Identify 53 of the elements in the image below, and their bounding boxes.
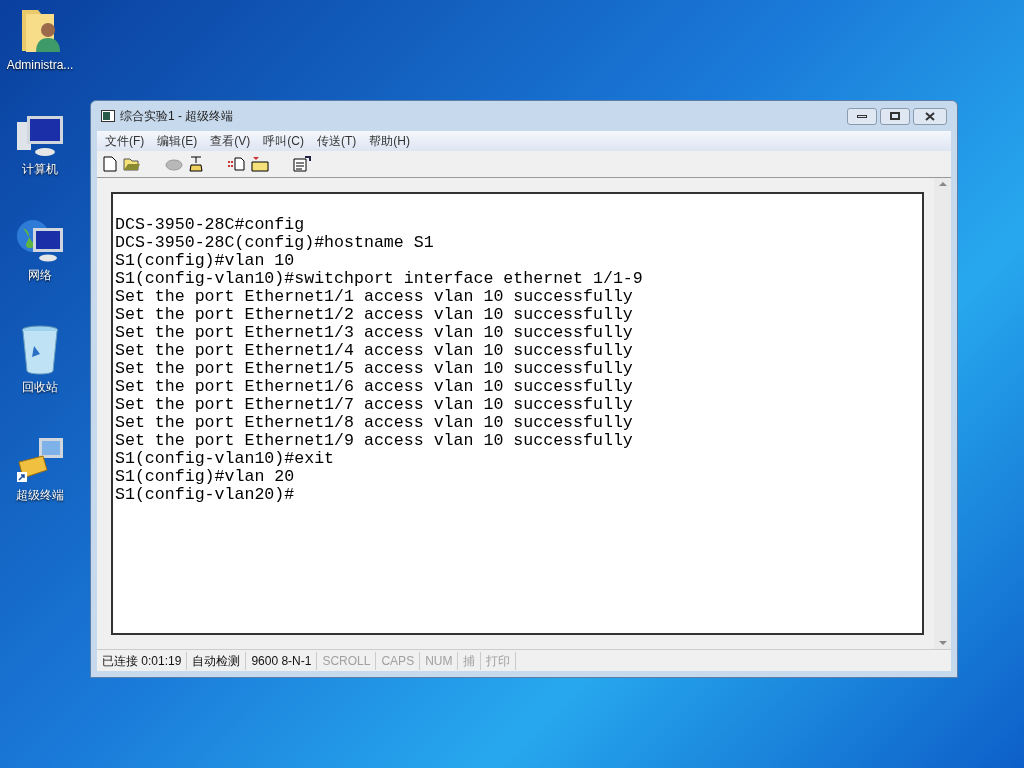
status-cell: 已连接 0:01:19 (97, 651, 188, 670)
desktop-icon-label[interactable]: Administra... (6, 56, 74, 74)
menu-item[interactable]: 编辑(E) (157, 132, 198, 150)
status-cell: 自动检测 (187, 651, 247, 670)
terminal-line: S1(config-vlan10)#exit (115, 450, 335, 468)
status-cell: 9600 8-N-1 (246, 651, 318, 670)
terminal-line: S1(config-vlan10)#switchport interface ethernet 1/1-9 (115, 270, 643, 288)
new-file-icon[interactable] (103, 156, 117, 172)
terminal-line: Set the port Ethernet1/6 access vlan 10 successfully (115, 378, 633, 396)
desktop-icon-label[interactable]: 超级终端 (16, 486, 64, 504)
terminal-line: Set the port Ethernet1/8 access vlan 10 successfully (115, 414, 633, 432)
status-cell: SCROLL (317, 651, 377, 670)
terminal-line: Set the port Ethernet1/3 access vlan 10 successfully (115, 324, 633, 342)
desktop-icon-label[interactable]: 网络 (28, 266, 52, 284)
app-icon (101, 110, 115, 122)
terminal-line: Set the port Ethernet1/5 access vlan 10 successfully (115, 360, 633, 378)
window-title: 综合实验1 - 超级终端 (120, 108, 234, 125)
scroll-down-icon[interactable] (938, 641, 947, 645)
desktop-icon-label[interactable]: 计算机 (22, 160, 58, 178)
terminal-line: Set the port Ethernet1/2 access vlan 10 successfully (115, 306, 633, 324)
scrollbar[interactable] (934, 178, 951, 649)
status-cell: 捕 (458, 651, 482, 670)
terminal-line: Set the port Ethernet1/9 access vlan 10 successfully (115, 432, 633, 450)
computer-icon (15, 114, 65, 158)
menu-item[interactable]: 文件(F) (105, 132, 145, 150)
menu-item[interactable]: 传送(T) (317, 132, 357, 150)
menu-item[interactable]: 呼叫(C) (263, 132, 304, 150)
receive-file-icon[interactable] (251, 156, 269, 172)
terminal-line: DCS-3950-28C(config)#hostname S1 (115, 234, 434, 252)
status-cell: NUM (420, 651, 459, 670)
desktop-icon-label[interactable]: 回收站 (22, 378, 58, 396)
terminal-line: Set the port Ethernet1/7 access vlan 10 successfully (115, 396, 633, 414)
open-folder-icon[interactable] (123, 157, 141, 171)
send-file-icon[interactable] (227, 157, 245, 171)
close-button[interactable] (913, 107, 947, 125)
maximize-button[interactable] (880, 107, 910, 125)
menu-item[interactable]: 帮助(H) (369, 132, 410, 150)
terminal-line: S1(config)#vlan 20 (115, 468, 295, 486)
terminal-line: S1(config-vlan20)# (115, 486, 295, 504)
properties-icon[interactable] (293, 156, 311, 172)
close-icon (925, 111, 935, 121)
menu-item[interactable]: 查看(V) (210, 132, 251, 150)
recycle-bin-icon (20, 324, 60, 376)
status-cell: 打印 (481, 651, 517, 670)
scroll-up-icon[interactable] (938, 182, 947, 186)
network-icon (15, 218, 65, 264)
status-cell: CAPS (376, 651, 421, 670)
phone-computer-icon (15, 436, 65, 484)
terminal-line: Set the port Ethernet1/1 access vlan 10 successfully (115, 288, 633, 306)
terminal-line: DCS-3950-28C#config (115, 216, 305, 234)
terminal-line: S1(config)#vlan 10 (115, 252, 295, 270)
terminal-line: Set the port Ethernet1/4 access vlan 10 successfully (115, 342, 633, 360)
minimize-button[interactable] (847, 107, 877, 125)
